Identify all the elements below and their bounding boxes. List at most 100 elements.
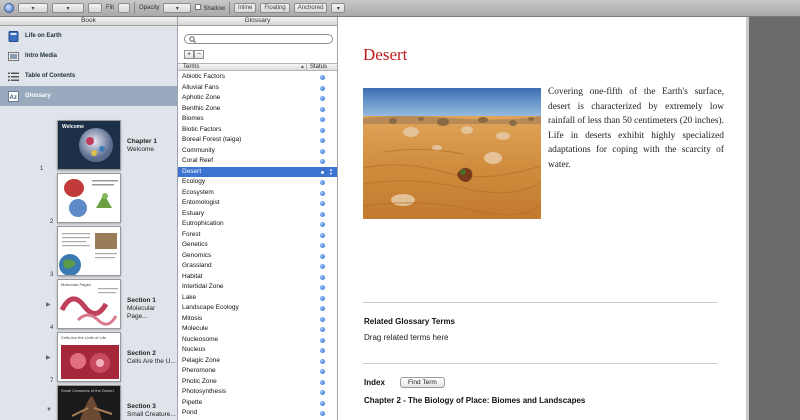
glossary-term-row[interactable]: Nucleosome	[178, 335, 337, 346]
page-thumbnail-row[interactable]: ▶ Cells Are the Units of Life 7 Section …	[0, 332, 177, 385]
glossary-term-row[interactable]: Coral Reef	[178, 156, 337, 167]
page-thumbnail[interactable]: Cells Are the Units of Life	[57, 332, 121, 382]
status-dot-icon[interactable]	[320, 253, 325, 259]
glossary-term-row[interactable]: Aphotic Zone	[178, 93, 337, 104]
glossary-term-row[interactable]: Habitat	[178, 272, 337, 283]
glossary-term-row[interactable]: Pheromone	[178, 366, 337, 377]
status-dot-icon[interactable]	[320, 243, 325, 248]
glossary-term-row[interactable]: Boreal Forest (taiga)	[178, 135, 337, 146]
page-thumbnail-row[interactable]: 3	[0, 226, 177, 279]
glossary-term-row[interactable]: Benthic Zone	[178, 104, 337, 115]
status-dot-icon[interactable]	[320, 316, 325, 322]
wrap-floating-button[interactable]: Floating	[260, 3, 290, 13]
glossary-term-row[interactable]: Lake	[178, 293, 337, 304]
glossary-term-row[interactable]: Ecosystem	[178, 188, 337, 199]
disclosure-triangle-icon[interactable]: ▼	[46, 407, 52, 413]
page-thumbnail-row[interactable]: 2	[0, 173, 177, 226]
glossary-term-row[interactable]: Nucleus	[178, 345, 337, 356]
status-dot-icon[interactable]	[320, 127, 325, 133]
status-dot-icon[interactable]	[320, 148, 325, 154]
glossary-term-row[interactable]: Alluvial Fans	[178, 83, 337, 94]
status-dot-icon[interactable]	[320, 274, 325, 280]
status-dot-icon[interactable]	[320, 222, 325, 227]
entry-body[interactable]: Covering one-fifth of the Earth's surfac…	[548, 85, 724, 172]
sidebar-item-life-on-earth[interactable]: Life on Earth	[0, 26, 177, 46]
inspector-icon[interactable]	[4, 3, 14, 13]
page-thumbnail[interactable]: Molecular Pages	[57, 279, 121, 329]
glossary-term-row[interactable]: Grassland	[178, 261, 337, 272]
status-dot-icon[interactable]	[320, 85, 325, 91]
index-entry-link[interactable]: Chapter 2 - The Biology of Place: Biomes…	[364, 396, 585, 405]
status-dot-icon[interactable]	[320, 117, 325, 122]
status-dot-icon[interactable]	[320, 306, 325, 311]
glossary-term-row[interactable]: Molecule	[178, 324, 337, 335]
fill-well[interactable]	[118, 3, 130, 13]
size-field[interactable]	[88, 3, 102, 13]
status-dot-icon[interactable]	[320, 96, 325, 101]
glossary-term-row[interactable]: Ecology	[178, 177, 337, 188]
status-dot-icon[interactable]	[320, 106, 325, 112]
glossary-term-row[interactable]: Community	[178, 146, 337, 157]
disclosure-triangle-icon[interactable]: ▶	[46, 354, 51, 361]
glossary-term-row[interactable]: Biotic Factors	[178, 125, 337, 136]
glossary-term-row[interactable]: Desert ▲ ▼	[178, 166, 337, 177]
status-dot-icon[interactable]	[320, 390, 325, 395]
page-thumbnail[interactable]	[57, 226, 121, 276]
glossary-term-row[interactable]: Photosynthesis	[178, 387, 337, 398]
glossary-term-row[interactable]: Abiotic Factors	[178, 72, 337, 83]
wrap-options-popup[interactable]: ▾	[331, 3, 346, 13]
status-dot-icon[interactable]	[320, 201, 325, 206]
status-dot-icon[interactable]	[320, 400, 325, 406]
glossary-term-row[interactable]: Forest	[178, 230, 337, 241]
sidebar-item-glossary[interactable]: Az Glossary	[0, 86, 177, 106]
status-dot-icon[interactable]	[320, 264, 325, 269]
glossary-term-row[interactable]: Estuary	[178, 209, 337, 220]
glossary-term-row[interactable]: Intertidal Zone	[178, 282, 337, 293]
wrap-anchored-button[interactable]: Anchored	[293, 3, 328, 13]
style-popup[interactable]: ▾	[18, 3, 48, 13]
entry-title[interactable]: Desert	[363, 45, 407, 65]
page-thumbnail[interactable]: Welcome	[57, 120, 121, 170]
glossary-term-row[interactable]: Eutrophication	[178, 219, 337, 230]
terms-column-header[interactable]: Terms	[183, 64, 199, 71]
status-dot-icon[interactable]	[320, 358, 325, 364]
glossary-term-row[interactable]: Pelagic Zone	[178, 356, 337, 367]
status-dot-icon[interactable]	[320, 337, 325, 343]
status-dot-icon[interactable]	[320, 138, 325, 143]
find-term-button[interactable]: Find Term	[400, 377, 445, 388]
page-thumbnail-row[interactable]: ▼ Small Creatures of the Desert 9 Sectio…	[0, 385, 177, 420]
glossary-term-row[interactable]: Photic Zone	[178, 377, 337, 388]
sidebar-item-table-of-contents[interactable]: Table of Contents	[0, 66, 177, 86]
add-term-button[interactable]: +	[184, 50, 194, 59]
status-dot-icon[interactable]	[320, 232, 325, 238]
sidebar-item-intro-media[interactable]: Intro Media	[0, 46, 177, 66]
status-dot-icon[interactable]	[320, 411, 325, 416]
status-dot-icon[interactable]	[320, 369, 325, 374]
status-dot-icon[interactable]	[320, 295, 325, 301]
status-dot-icon[interactable]	[320, 348, 325, 353]
glossary-term-row[interactable]: Entomologist	[178, 198, 337, 209]
status-dot-icon[interactable]	[320, 190, 325, 196]
status-dot-icon[interactable]	[320, 285, 325, 290]
glossary-term-row[interactable]: Biomes	[178, 114, 337, 125]
glossary-term-row[interactable]: Mitosis	[178, 314, 337, 325]
font-popup[interactable]: ▾	[52, 3, 84, 13]
status-dot-icon[interactable]	[320, 211, 325, 217]
status-column-header[interactable]: Status	[306, 64, 337, 71]
desert-photo[interactable]	[363, 88, 541, 219]
status-dot-icon[interactable]	[320, 379, 325, 385]
glossary-search-input[interactable]	[184, 34, 333, 44]
glossary-term-row[interactable]: Landscape Ecology	[178, 303, 337, 314]
opacity-popup[interactable]: ▾	[163, 3, 192, 13]
shadow-checkbox[interactable]: Shadow	[195, 4, 225, 12]
wrap-inline-button[interactable]: Inline	[234, 3, 257, 13]
status-dot-icon[interactable]	[320, 159, 325, 164]
page-thumbnail[interactable]: Small Creatures of the Desert	[57, 385, 121, 420]
glossary-term-row[interactable]: Pond	[178, 408, 337, 419]
status-dot-icon[interactable]	[320, 180, 325, 185]
page-thumbnail-row[interactable]: ▶ Molecular Pages 4 Section 1 Molecular P…	[0, 279, 177, 332]
glossary-term-row[interactable]: Pipette	[178, 398, 337, 409]
page-thumbnail-row[interactable]: Welcome 1 Chapter 1 Welcome	[0, 120, 177, 173]
status-dot-icon[interactable]	[320, 327, 325, 332]
page-thumbnail[interactable]	[57, 173, 121, 223]
